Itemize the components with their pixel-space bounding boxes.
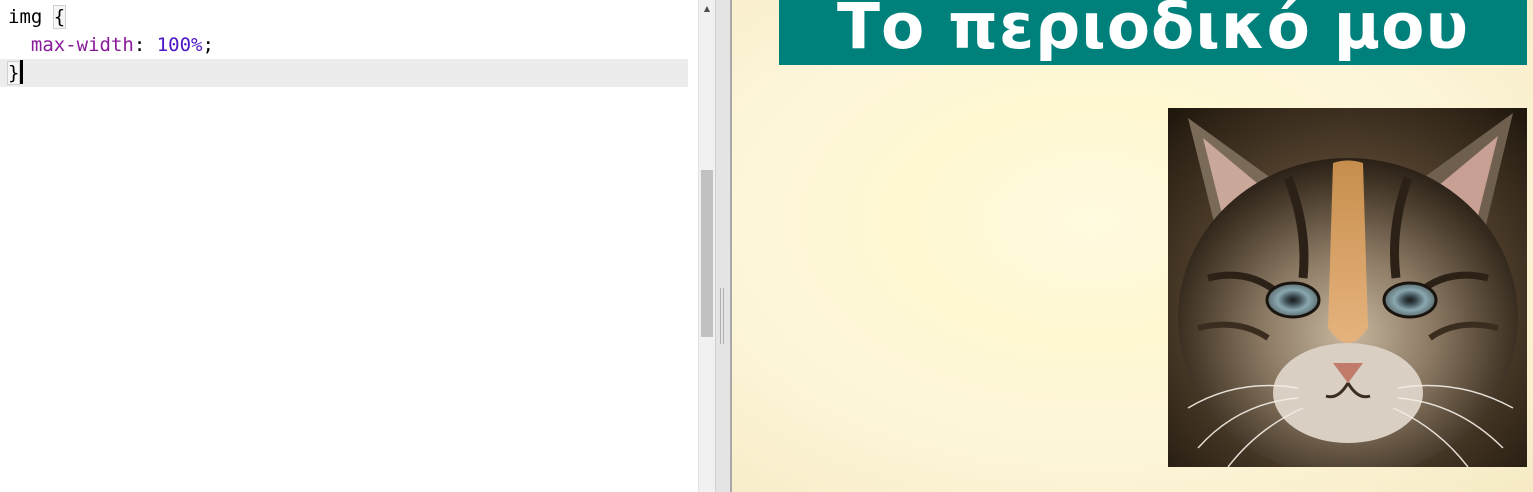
kitten-image	[1168, 108, 1527, 467]
close-brace: }	[6, 61, 21, 85]
css-colon: :	[133, 34, 157, 56]
app-window: img { max-width: 100%; } ▲ Το περιοδικό …	[0, 0, 1533, 492]
text-cursor	[20, 60, 24, 84]
css-property: max-width	[30, 34, 134, 56]
code-line-1[interactable]: img {	[0, 3, 688, 31]
preview-pane: Το περιοδικό μου	[732, 0, 1533, 492]
code-line-2[interactable]: max-width: 100%;	[0, 31, 688, 59]
page-header: Το περιοδικό μου	[779, 0, 1527, 65]
open-brace: {	[52, 5, 67, 29]
css-editor[interactable]: img { max-width: 100%; }	[0, 0, 698, 492]
scrollbar-thumb[interactable]	[701, 170, 713, 337]
arrow-up-icon[interactable]: ▲	[699, 0, 715, 17]
pane-splitter[interactable]	[715, 0, 732, 492]
css-semicolon: ;	[202, 34, 214, 56]
page-title: Το περιοδικό μου	[836, 0, 1469, 63]
editor-scrollbar[interactable]: ▲	[698, 0, 715, 492]
css-value: 100%	[156, 34, 203, 56]
code-line-3[interactable]: }	[0, 59, 688, 87]
splitter-grip-icon[interactable]	[720, 288, 726, 344]
css-selector: img	[8, 6, 43, 28]
kitten-illustration	[1178, 113, 1518, 467]
